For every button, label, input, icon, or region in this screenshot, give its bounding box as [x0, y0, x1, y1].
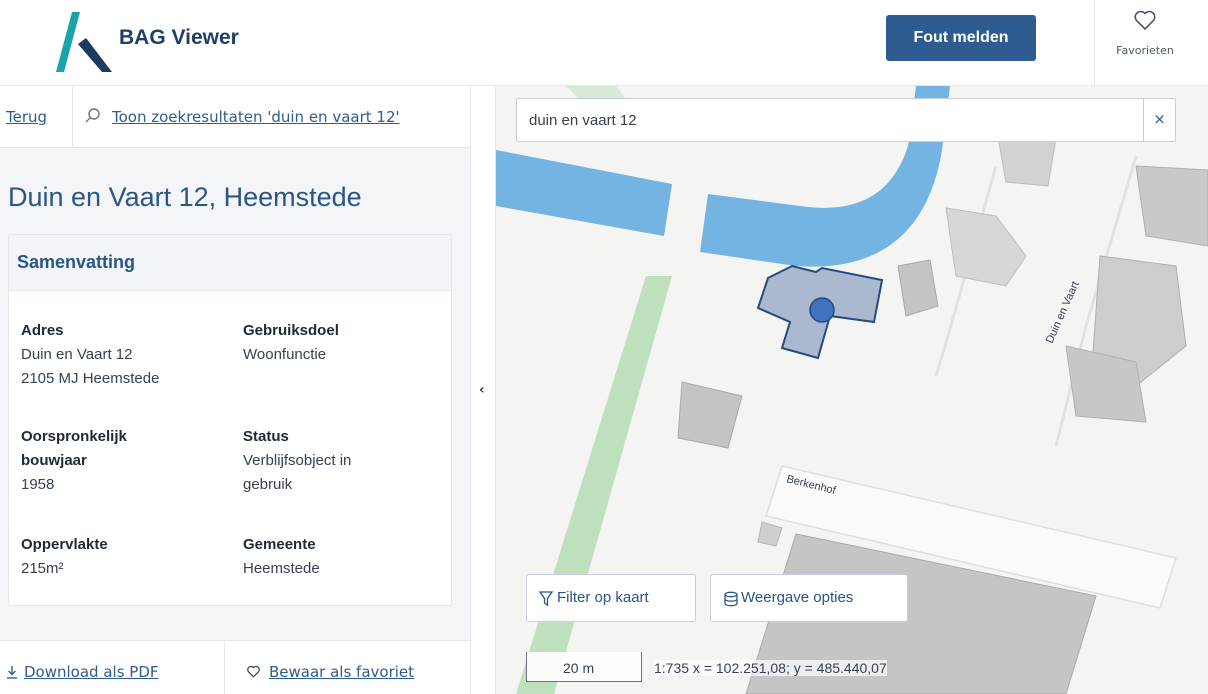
area-value: 215m² — [21, 560, 64, 577]
summary-heading: Samenvatting — [17, 252, 136, 272]
building — [677, 381, 743, 449]
panel-actions: Download als PDF Bewaar als favoriet — [0, 640, 470, 694]
address-line1: Duin en Vaart 12 — [21, 346, 133, 363]
summary-card: Samenvatting Adres Duin en Vaart 12 2105… — [8, 234, 452, 606]
address-line2: 2105 MJ Heemstede — [21, 370, 160, 387]
search-icon — [85, 108, 100, 123]
heart-outline-icon — [247, 665, 260, 678]
layers-icon — [724, 591, 738, 607]
municipality-label: Gemeente — [243, 536, 316, 553]
back-link[interactable]: Terug — [6, 108, 47, 126]
status-label: Status — [243, 428, 289, 445]
filter-map-label: Filter op kaart — [557, 589, 649, 606]
build-year-value: 1958 — [21, 476, 55, 493]
municipality-field: Gemeente Heemstede — [243, 533, 320, 581]
municipality-value: Heemstede — [243, 560, 320, 577]
object-title: Duin en Vaart 12, Heemstede — [8, 182, 362, 212]
map-search-box: × — [516, 98, 1176, 142]
purpose-label: Gebruiksdoel — [243, 322, 339, 339]
status-field: Status Verblijfsobject in gebruik — [243, 425, 351, 497]
building — [945, 207, 1027, 287]
green-strip — [516, 276, 672, 694]
canal-water — [496, 150, 672, 236]
build-year-label-1: Oorspronkelijk — [21, 428, 127, 445]
build-year-field: Oorspronkelijk bouwjaar 1958 — [21, 425, 127, 497]
area-field: Oppervlakte 215m² — [21, 533, 108, 581]
building — [897, 259, 939, 317]
download-pdf-link[interactable]: Download als PDF — [6, 663, 159, 681]
purpose-field: Gebruiksdoel Woonfunctie — [243, 319, 339, 367]
area-label: Oppervlakte — [21, 536, 108, 553]
save-favorite-link[interactable]: Bewaar als favoriet — [246, 663, 414, 681]
summary-header[interactable]: Samenvatting — [9, 235, 451, 291]
favorites-button[interactable]: Favorieten — [1094, 0, 1208, 86]
building — [757, 521, 783, 547]
filter-map-button[interactable]: Filter op kaart — [526, 574, 696, 622]
bag-logo-icon[interactable] — [52, 8, 114, 76]
map-search-input[interactable] — [529, 109, 1129, 131]
address-field: Adres Duin en Vaart 12 2105 MJ Heemstede — [21, 319, 159, 391]
purpose-value: Woonfunctie — [243, 346, 327, 363]
download-pdf-label: Download als PDF — [24, 663, 159, 681]
collapse-panel-handle[interactable]: ‹ — [470, 86, 496, 694]
display-options-button[interactable]: Weergave opties — [710, 574, 908, 622]
filter-icon — [539, 591, 553, 607]
address-label: Adres — [21, 322, 64, 339]
subnav-divider — [72, 86, 73, 148]
build-year-label-2: bouwjaar — [21, 452, 87, 469]
clear-search-icon[interactable]: × — [1143, 99, 1175, 141]
download-icon — [7, 666, 17, 679]
favorites-label: Favorieten — [1116, 44, 1174, 57]
coordinates-readout: 1:735 x = 102.251,08; y = 485.440,07 — [654, 660, 887, 676]
building — [1135, 165, 1208, 247]
status-value-1: Verblijfsobject in — [243, 452, 352, 469]
app-header: BAG Viewer Fout melden Favorieten — [0, 0, 1208, 86]
report-error-button[interactable]: Fout melden — [886, 15, 1036, 61]
details-panel: Terug Toon zoekresultaten 'duin en vaart… — [0, 86, 470, 694]
chevron-left-icon: ‹ — [479, 382, 485, 398]
scale-bar: 20 m — [526, 652, 642, 682]
search-results-link[interactable]: Toon zoekresultaten 'duin en vaart 12' — [112, 108, 400, 126]
save-favorite-label: Bewaar als favoriet — [269, 663, 415, 681]
location-marker-icon[interactable] — [809, 297, 835, 323]
app-title[interactable]: BAG Viewer — [119, 26, 239, 50]
map-view[interactable]: Duin en Vaart Berkenhof × Filter op kaar… — [496, 86, 1208, 694]
heart-icon — [1134, 10, 1156, 31]
panel-subnav: Terug Toon zoekresultaten 'duin en vaart… — [0, 86, 470, 148]
status-value-2: gebruik — [243, 476, 293, 493]
actions-divider — [224, 641, 225, 694]
street-label-duin-en-vaart: Duin en Vaart — [1044, 280, 1082, 346]
scale-label: 20 m — [563, 660, 595, 676]
display-options-label: Weergave opties — [741, 589, 854, 606]
